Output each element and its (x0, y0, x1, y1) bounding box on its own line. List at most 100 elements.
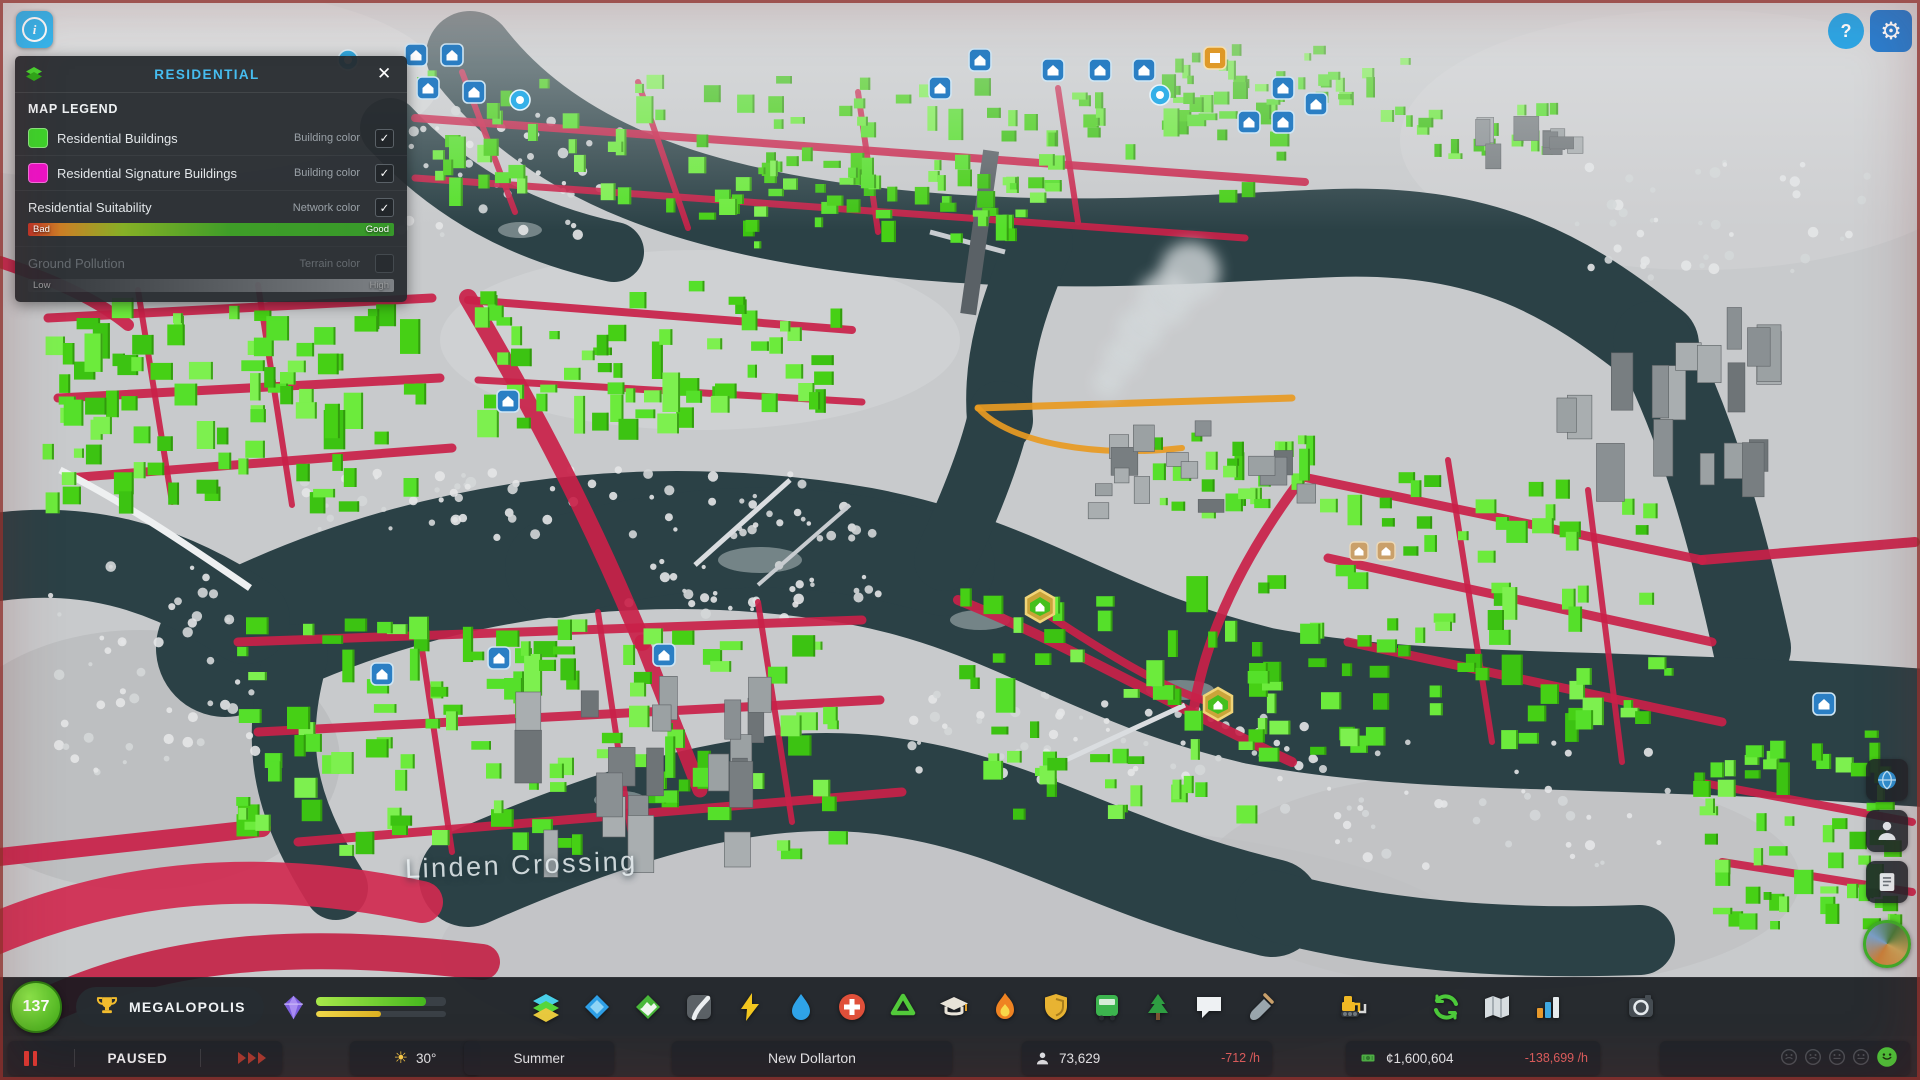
legend-row-suitability: Residential Suitability Network color ✓ … (15, 190, 407, 246)
temperature-widget[interactable]: ☀ 30° (350, 1041, 480, 1075)
fast-forward-button[interactable] (234, 1048, 270, 1068)
season-widget[interactable]: Summer (464, 1041, 614, 1075)
side-button-citizens[interactable] (1866, 810, 1908, 852)
tool-terrain[interactable] (626, 984, 670, 1030)
map-marker-building[interactable] (496, 389, 520, 413)
tool-landscaping[interactable] (1238, 984, 1282, 1030)
city-name-widget[interactable]: New Dollarton (672, 1041, 952, 1075)
info-icon: i (22, 17, 47, 42)
tool-education[interactable] (932, 984, 976, 1030)
tool-police[interactable] (1034, 984, 1078, 1030)
happiness-face-happy (1876, 1046, 1898, 1071)
map-marker-landmark[interactable] (1376, 541, 1396, 561)
map-marker-building[interactable] (487, 646, 511, 670)
milestone-button[interactable]: MEGALOPOLIS (76, 987, 264, 1027)
tool-communications[interactable] (1187, 984, 1231, 1030)
money-widget[interactable]: ¢1,600,604 -138,699 /h (1346, 1041, 1600, 1075)
tool-parks-recreation[interactable] (1136, 984, 1180, 1030)
map-marker-building[interactable] (1132, 58, 1156, 82)
population-value: 73,629 (1059, 1050, 1101, 1066)
xp-level-badge[interactable]: 137 (10, 981, 62, 1033)
info-button[interactable]: i (16, 11, 53, 48)
happiness-face-neutral (1852, 1048, 1870, 1069)
map-marker-landmark[interactable] (1349, 541, 1369, 561)
side-button-progression[interactable] (1863, 920, 1911, 968)
temperature-value: 30° (415, 1050, 437, 1066)
status-bar: PAUSED ☀ 30° Summer New Dollarton 73,629… (0, 1036, 1920, 1080)
map-marker-signature[interactable] (1202, 686, 1234, 722)
ground-pollution-checkbox[interactable] (375, 254, 394, 273)
map-marker-building[interactable] (1812, 692, 1836, 716)
legend-row-signature-buildings: Residential Signature Buildings Building… (15, 155, 407, 190)
season-label: Summer (513, 1050, 565, 1066)
trophy-icon (96, 997, 118, 1014)
signature-buildings-checkbox[interactable]: ✓ (375, 163, 394, 183)
close-button[interactable]: ✕ (371, 61, 397, 87)
map-marker-building[interactable] (440, 43, 464, 67)
map-legend-heading: MAP LEGEND (28, 102, 119, 116)
progress-bars (315, 997, 446, 1017)
signature-buildings-swatch (28, 163, 48, 183)
residential-buildings-swatch (28, 128, 48, 148)
tool-zoning[interactable] (524, 984, 568, 1030)
map-marker-building[interactable] (968, 48, 992, 72)
map-marker-building[interactable] (928, 76, 952, 100)
residential-icon (26, 67, 42, 81)
map-marker-building[interactable] (370, 662, 394, 686)
tool-transportation[interactable] (1085, 984, 1129, 1030)
happiness-widget[interactable] (1660, 1041, 1910, 1075)
suitability-checkbox[interactable]: ✓ (375, 198, 394, 217)
map-marker-building[interactable] (462, 80, 486, 104)
map-marker-alert[interactable] (1203, 46, 1227, 70)
infoview-panel-header: RESIDENTIAL ✕ (15, 56, 407, 93)
money-value: ¢1,600,604 (1386, 1050, 1454, 1066)
map-marker-building[interactable] (652, 643, 676, 667)
population-widget[interactable]: 73,629 -712 /h (1022, 1041, 1272, 1075)
game-screen: Linden Crossing i ? ⚙ RESIDENTIAL ✕ MAP … (0, 0, 1920, 1080)
tool-signature-areas[interactable] (575, 984, 619, 1030)
map-marker-building[interactable] (1271, 110, 1295, 134)
tool-bulldozer[interactable] (1331, 984, 1375, 1030)
sim-state-label: PAUSED (107, 1050, 168, 1066)
money-icon (1361, 1054, 1375, 1062)
help-button[interactable]: ? (1828, 13, 1864, 49)
toolbar-tools (524, 984, 1663, 1030)
pause-button[interactable] (20, 1047, 41, 1070)
map-marker-building[interactable] (1041, 58, 1065, 82)
happiness-face-sad (1804, 1048, 1822, 1069)
map-marker-building[interactable] (404, 43, 428, 67)
tool-economy[interactable] (1424, 984, 1468, 1030)
infoview-panel: RESIDENTIAL ✕ MAP LEGEND Residential Bui… (15, 56, 407, 302)
happiness-face-neutral (1828, 1048, 1846, 1069)
map-marker-building[interactable] (1271, 76, 1295, 100)
tool-electricity[interactable] (728, 984, 772, 1030)
happiness-face-sad (1780, 1048, 1798, 1069)
simulation-controls: PAUSED (8, 1041, 282, 1075)
tool-garbage[interactable] (881, 984, 925, 1030)
tool-photo-mode[interactable] (1619, 984, 1663, 1030)
map-marker-signature[interactable] (1024, 588, 1056, 624)
milestone-progress[interactable] (280, 994, 446, 1021)
map-marker-service[interactable] (509, 89, 531, 111)
settings-button[interactable]: ⚙ (1870, 10, 1912, 52)
map-marker-building[interactable] (1237, 110, 1261, 134)
panel-title: RESIDENTIAL (154, 66, 260, 82)
tool-fire-rescue[interactable] (983, 984, 1027, 1030)
tool-roads[interactable] (677, 984, 721, 1030)
side-button-journal[interactable] (1866, 861, 1908, 903)
milestone-label: MEGALOPOLIS (129, 999, 246, 1015)
map-marker-building[interactable] (416, 76, 440, 100)
tool-statistics[interactable] (1526, 984, 1570, 1030)
residential-buildings-checkbox[interactable]: ✓ (375, 128, 394, 148)
map-marker-building[interactable] (1304, 92, 1328, 116)
side-button-map-options[interactable] (1866, 759, 1908, 801)
gear-icon: ⚙ (1880, 17, 1902, 45)
happiness-faces (1780, 1046, 1898, 1071)
tool-healthcare[interactable] (830, 984, 874, 1030)
map-marker-building[interactable] (1088, 58, 1112, 82)
tool-info-views[interactable] (1475, 984, 1519, 1030)
population-icon (1036, 1052, 1049, 1064)
tool-water-sewage[interactable] (779, 984, 823, 1030)
pollution-gradient: Low High (28, 279, 394, 292)
map-marker-service[interactable] (1149, 84, 1171, 106)
